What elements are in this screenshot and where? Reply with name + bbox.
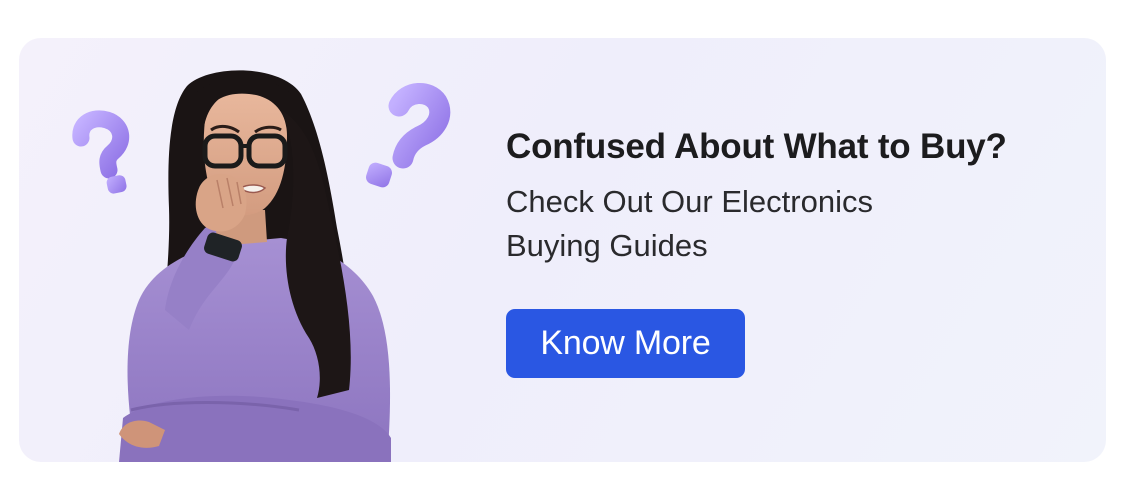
- confused-woman-illustration: [72, 70, 451, 462]
- question-mark-left-icon: [72, 110, 130, 194]
- promo-banner[interactable]: Confused About What to Buy? Check Out Ou…: [19, 38, 1106, 462]
- banner-subheadline: Check Out Our Electronics Buying Guides: [506, 184, 873, 263]
- question-mark-right-icon: [366, 83, 451, 188]
- banner-content: Confused About What to Buy? Check Out Ou…: [506, 124, 1086, 378]
- know-more-button[interactable]: Know More: [506, 309, 745, 378]
- banner-headline: Confused About What to Buy?: [506, 127, 1007, 166]
